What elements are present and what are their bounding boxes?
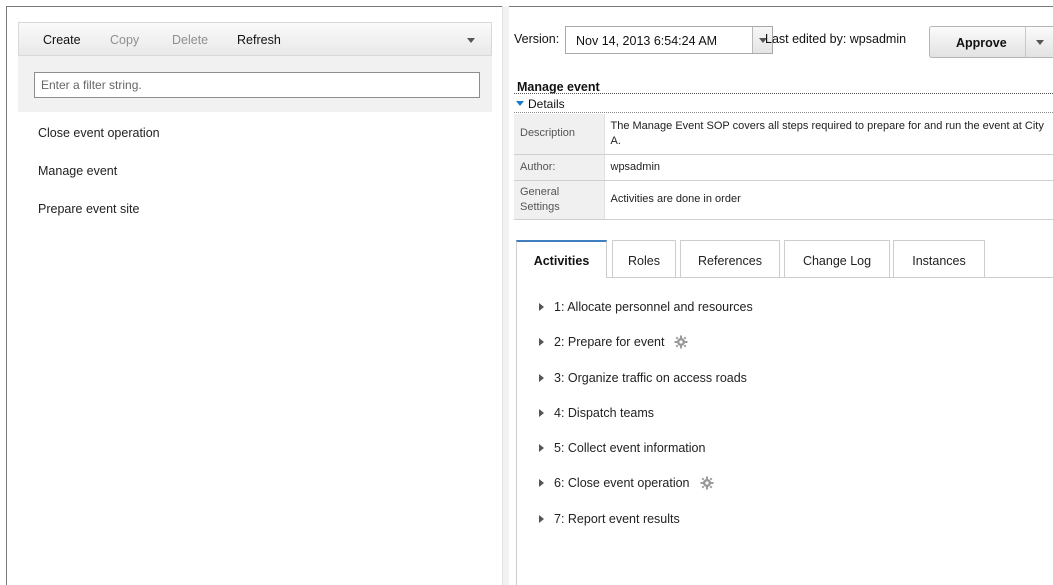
activity-item[interactable]: 6: Close event operation <box>539 476 714 490</box>
table-row: Author: wpsadmin <box>514 154 1053 181</box>
detail-key: Author: <box>514 154 605 181</box>
details-toggle[interactable]: Details <box>516 97 565 111</box>
approve-label: Approve <box>956 36 1007 50</box>
activity-label: 4: Dispatch teams <box>554 406 655 420</box>
activity-label: 6: Close event operation <box>554 476 690 490</box>
version-value: Nov 14, 2013 6:54:24 AM <box>576 34 718 48</box>
tab-roles[interactable]: Roles <box>612 240 676 278</box>
filter-area <box>18 56 492 112</box>
approve-button[interactable]: Approve <box>929 26 1053 58</box>
detail-value: The Manage Event SOP covers all steps re… <box>604 114 1053 155</box>
activity-label: 1: Allocate personnel and resources <box>554 300 753 314</box>
activity-item[interactable]: 7: Report event results <box>539 512 680 526</box>
activity-label: 3: Organize traffic on access roads <box>554 371 747 385</box>
pane-splitter[interactable] <box>502 6 509 585</box>
sop-title: Manage event <box>517 80 600 94</box>
sop-list-pane: Create Copy Delete Refresh Close event o… <box>18 22 492 585</box>
details-table: Description The Manage Event SOP covers … <box>514 114 1053 220</box>
activity-item[interactable]: 5: Collect event information <box>539 441 705 455</box>
activity-label: 2: Prepare for event <box>554 335 665 349</box>
detail-key: General Settings <box>514 180 605 220</box>
activity-item[interactable]: 2: Prepare for event <box>539 335 688 349</box>
details-label: Details <box>528 97 565 111</box>
create-button[interactable]: Create <box>43 33 81 47</box>
delete-button[interactable]: Delete <box>172 33 208 47</box>
expand-arrow-icon[interactable] <box>539 338 544 346</box>
version-label: Version: <box>514 32 560 46</box>
table-row: General Settings Activities are done in … <box>514 180 1053 220</box>
activities-panel: 1: Allocate personnel and resources 2: P… <box>516 277 1053 585</box>
detail-key: Description <box>514 114 605 155</box>
version-select[interactable]: Nov 14, 2013 6:54:24 AM <box>565 26 773 54</box>
gear-icon <box>674 335 688 349</box>
list-item[interactable]: Manage event <box>38 164 117 178</box>
tab-bar: Activities Roles References Change Log I… <box>516 240 1053 278</box>
activity-label: 7: Report event results <box>554 512 680 526</box>
activity-label: 5: Collect event information <box>554 441 706 455</box>
activity-item[interactable]: 4: Dispatch teams <box>539 406 654 420</box>
table-row: Description The Manage Event SOP covers … <box>514 114 1053 155</box>
activity-item[interactable]: 3: Organize traffic on access roads <box>539 371 747 385</box>
expand-arrow-icon[interactable] <box>539 303 544 311</box>
tab-references[interactable]: References <box>680 240 780 278</box>
copy-button[interactable]: Copy <box>110 33 139 47</box>
expand-arrow-icon[interactable] <box>539 479 544 487</box>
divider <box>514 93 1053 94</box>
toolbar-menu-chevron-down-icon[interactable] <box>467 38 475 43</box>
list-item[interactable]: Close event operation <box>38 126 160 140</box>
expand-arrow-icon[interactable] <box>539 409 544 417</box>
detail-value: wpsadmin <box>604 154 1053 181</box>
filter-input[interactable] <box>34 72 480 98</box>
tab-activities[interactable]: Activities <box>516 240 607 278</box>
triangle-down-icon <box>516 101 524 106</box>
divider <box>514 112 1053 113</box>
refresh-button[interactable]: Refresh <box>237 33 281 47</box>
detail-value: Activities are done in order <box>604 180 1053 220</box>
tab-instances[interactable]: Instances <box>893 240 985 278</box>
expand-arrow-icon[interactable] <box>539 515 544 523</box>
approve-chevron-down-icon[interactable] <box>1025 27 1053 57</box>
last-edited-text: Last edited by: wpsadmin <box>765 32 907 46</box>
list-item[interactable]: Prepare event site <box>38 202 139 216</box>
gear-icon <box>700 476 714 490</box>
expand-arrow-icon[interactable] <box>539 444 544 452</box>
sop-detail-pane: Version: Nov 14, 2013 6:54:24 AM Last ed… <box>514 6 1053 585</box>
toolbar: Create Copy Delete Refresh <box>18 22 492 56</box>
tab-change-log[interactable]: Change Log <box>784 240 890 278</box>
expand-arrow-icon[interactable] <box>539 374 544 382</box>
activity-item[interactable]: 1: Allocate personnel and resources <box>539 300 753 314</box>
